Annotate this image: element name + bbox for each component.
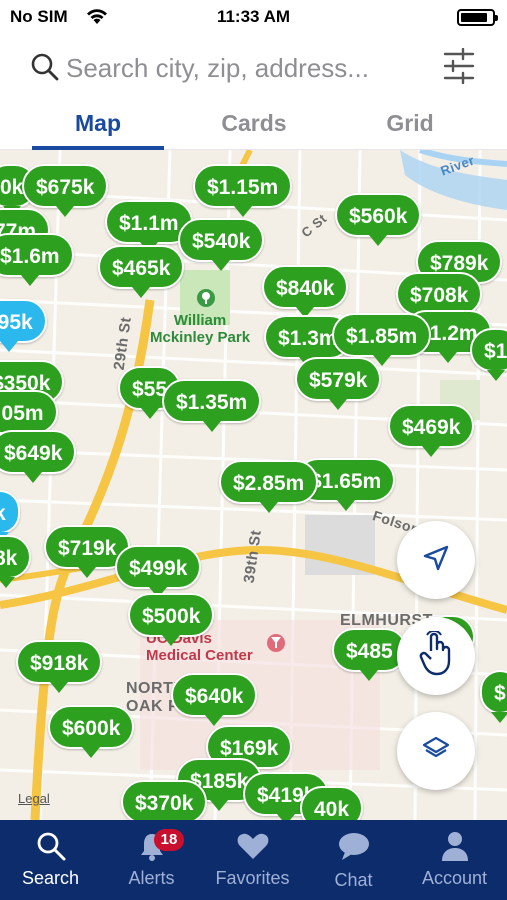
- nav-chat[interactable]: Chat: [303, 820, 404, 900]
- status-bar: No SIM 11:33 AM: [0, 0, 507, 34]
- nav-label: Favorites: [215, 868, 290, 888]
- nav-favorites[interactable]: Favorites: [202, 820, 303, 900]
- tab-grid[interactable]: Grid: [340, 110, 480, 137]
- price-pin[interactable]: $485: [332, 628, 407, 681]
- bottom-tab-bar: Search Alerts 18 Favorites Chat Account: [0, 820, 507, 900]
- price-pin[interactable]: $579k: [295, 357, 382, 410]
- layers-icon: [421, 734, 451, 769]
- price-pin[interactable]: $1.85m: [332, 313, 432, 366]
- price-pin[interactable]: $1.15m: [193, 164, 293, 217]
- legal-link[interactable]: Legal: [18, 791, 50, 806]
- price-pin[interactable]: $649k: [0, 430, 77, 483]
- map-layers-button[interactable]: [397, 712, 475, 790]
- nav-search[interactable]: Search: [0, 820, 101, 900]
- nav-label: Alerts: [128, 868, 175, 888]
- price-pin[interactable]: $469k: [388, 404, 475, 457]
- price-pin[interactable]: $499k: [115, 545, 202, 598]
- chat-bubble-icon: [337, 830, 371, 867]
- price-pin[interactable]: $465k: [98, 245, 185, 298]
- price-pin[interactable]: $640k: [171, 673, 258, 726]
- price-pin[interactable]: $560k: [335, 193, 422, 246]
- hand-pointer-icon: [416, 629, 456, 682]
- map-view[interactable]: 29th St 39th St C St Folsom River ELMHUR…: [0, 150, 507, 820]
- price-pin[interactable]: $1: [470, 328, 507, 381]
- sliders-icon[interactable]: [443, 47, 475, 89]
- draw-search-button[interactable]: [397, 617, 475, 695]
- view-tabs: Map Cards Grid: [0, 100, 507, 150]
- nav-account[interactable]: Account: [404, 820, 505, 900]
- price-pin[interactable]: $370k: [121, 780, 208, 820]
- tab-map[interactable]: Map: [28, 110, 168, 137]
- nav-label: Search: [21, 868, 80, 888]
- price-pin[interactable]: $1.35m: [162, 379, 262, 432]
- search-icon: [35, 830, 67, 867]
- search-icon: [30, 52, 60, 87]
- tab-cards[interactable]: Cards: [184, 110, 324, 137]
- price-pin[interactable]: $2.85m: [219, 460, 319, 513]
- price-pin[interactable]: $600k: [48, 705, 135, 758]
- nav-alerts[interactable]: Alerts: [101, 820, 202, 900]
- alerts-badge: 18: [154, 829, 184, 851]
- park-label: William Mckinley Park: [150, 312, 251, 346]
- park-tree-icon: [196, 288, 216, 313]
- price-pin[interactable]: 1.05m: [0, 390, 58, 443]
- price-pin[interactable]: $840k: [262, 265, 349, 318]
- hospital-icon: [266, 633, 286, 658]
- person-icon: [440, 830, 470, 867]
- search-input[interactable]: [66, 46, 436, 90]
- price-pin[interactable]: $540k: [178, 218, 265, 271]
- price-pin[interactable]: $675k: [22, 164, 109, 217]
- battery-icon: [457, 9, 498, 26]
- locate-button[interactable]: [397, 521, 475, 599]
- navigation-arrow-icon: [422, 544, 450, 577]
- search-bar: [0, 34, 507, 100]
- price-pin[interactable]: 40k: [300, 786, 364, 820]
- nav-label: Chat: [334, 870, 373, 890]
- nav-label: Account: [421, 868, 488, 888]
- heart-icon: [236, 830, 270, 867]
- price-pin-selected[interactable]: 995k: [0, 299, 47, 352]
- price-pin[interactable]: $918k: [16, 640, 103, 693]
- status-time: 11:33 AM: [216, 7, 291, 26]
- price-pin[interactable]: $1.6m: [0, 233, 74, 286]
- price-pin[interactable]: $500k: [128, 593, 215, 646]
